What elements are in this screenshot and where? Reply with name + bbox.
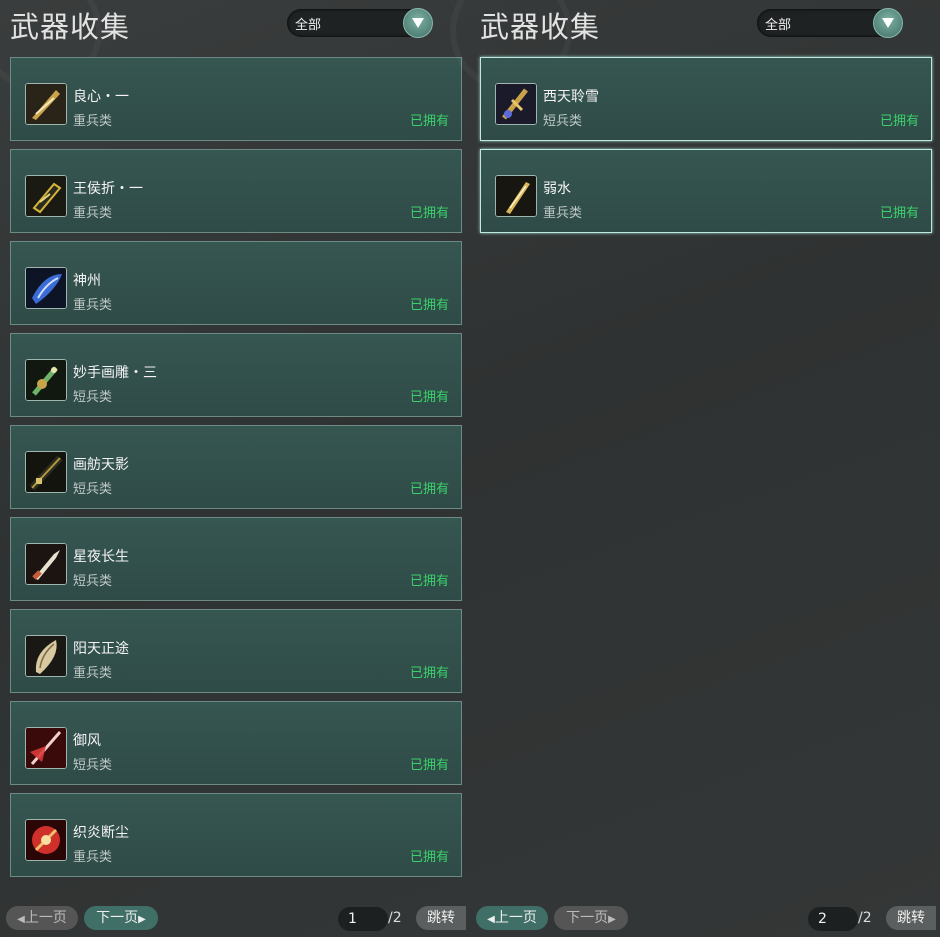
weapon-card[interactable]: 星夜长生 短兵类 已拥有 bbox=[10, 517, 462, 601]
chevron-left-icon: ◀ bbox=[17, 914, 25, 925]
owned-status: 已拥有 bbox=[409, 298, 449, 313]
owned-status: 已拥有 bbox=[409, 114, 449, 129]
prev-page-label: 上一页 bbox=[24, 910, 67, 926]
weapon-icon bbox=[25, 83, 67, 125]
weapon-icon bbox=[25, 727, 67, 769]
weapon-category: 重兵类 bbox=[73, 114, 113, 129]
chevron-left-icon: ◀ bbox=[487, 914, 495, 925]
owned-status: 已拥有 bbox=[409, 206, 449, 221]
weapon-card[interactable]: 西天聆雪 短兵类 已拥有 bbox=[480, 57, 932, 141]
page-total: /2 bbox=[858, 910, 872, 926]
owned-status: 已拥有 bbox=[409, 482, 449, 497]
weapon-icon bbox=[25, 543, 67, 585]
filter-value: 全部 bbox=[765, 18, 792, 33]
weapon-name: 阳天正途 bbox=[73, 641, 129, 657]
weapon-category: 重兵类 bbox=[73, 850, 113, 865]
weapon-icon bbox=[25, 635, 67, 677]
weapon-category: 短兵类 bbox=[73, 482, 113, 497]
collection-panel-page-2: 武器收集 全部 西天聆雪 短兵类 已拥有 弱水 重兵类 已拥有 ◀上一页 下一页… bbox=[450, 0, 940, 937]
weapon-icon bbox=[495, 83, 537, 125]
weapon-name: 织炎断尘 bbox=[73, 825, 129, 841]
weapon-category: 短兵类 bbox=[543, 114, 583, 129]
weapon-category: 重兵类 bbox=[73, 298, 113, 313]
owned-status: 已拥有 bbox=[409, 850, 449, 865]
weapon-category: 重兵类 bbox=[73, 666, 113, 681]
prev-page-label: 上一页 bbox=[494, 910, 537, 926]
owned-status: 已拥有 bbox=[409, 390, 449, 405]
weapon-icon bbox=[25, 175, 67, 217]
weapon-icon bbox=[25, 819, 67, 861]
weapon-name: 王侯折・一 bbox=[73, 181, 143, 197]
owned-status: 已拥有 bbox=[879, 114, 919, 129]
weapon-name: 画舫天影 bbox=[73, 457, 129, 473]
weapon-card[interactable]: 良心・一 重兵类 已拥有 bbox=[10, 57, 462, 141]
weapon-icon bbox=[495, 175, 537, 217]
weapon-card[interactable]: 御风 短兵类 已拥有 bbox=[10, 701, 462, 785]
owned-status: 已拥有 bbox=[409, 666, 449, 681]
chevron-right-icon: ▶ bbox=[138, 914, 146, 925]
next-page-button[interactable]: 下一页▶ bbox=[84, 906, 158, 930]
next-page-label: 下一页 bbox=[566, 910, 609, 926]
weapon-name: 妙手画雕・三 bbox=[73, 365, 157, 381]
weapon-icon bbox=[25, 267, 67, 309]
weapon-category: 短兵类 bbox=[73, 758, 113, 773]
weapon-name: 星夜长生 bbox=[73, 549, 129, 565]
category-filter-dropdown[interactable]: 全部 bbox=[757, 8, 903, 38]
chevron-down-icon[interactable] bbox=[873, 8, 903, 38]
page-title: 武器收集 bbox=[480, 10, 601, 44]
owned-status: 已拥有 bbox=[409, 758, 449, 773]
page-total: /2 bbox=[388, 910, 402, 926]
weapon-card[interactable]: 阳天正途 重兵类 已拥有 bbox=[10, 609, 462, 693]
owned-status: 已拥有 bbox=[879, 206, 919, 221]
next-page-label: 下一页 bbox=[96, 910, 139, 926]
weapon-name: 神州 bbox=[73, 273, 101, 289]
weapon-card[interactable]: 神州 重兵类 已拥有 bbox=[10, 241, 462, 325]
jump-button[interactable]: 跳转 bbox=[416, 906, 466, 930]
weapon-icon bbox=[25, 359, 67, 401]
next-page-button[interactable]: 下一页▶ bbox=[554, 906, 628, 930]
weapon-name: 良心・一 bbox=[73, 89, 129, 105]
jump-button[interactable]: 跳转 bbox=[886, 906, 936, 930]
weapon-name: 西天聆雪 bbox=[543, 89, 599, 105]
page-number-input[interactable]: 2 bbox=[808, 907, 858, 931]
weapon-card[interactable]: 王侯折・一 重兵类 已拥有 bbox=[10, 149, 462, 233]
weapon-category: 重兵类 bbox=[73, 206, 113, 221]
page-number-input[interactable]: 1 bbox=[338, 907, 388, 931]
weapon-category: 重兵类 bbox=[543, 206, 583, 221]
prev-page-button[interactable]: ◀上一页 bbox=[6, 906, 78, 930]
page-title: 武器收集 bbox=[10, 10, 131, 44]
prev-page-button[interactable]: ◀上一页 bbox=[476, 906, 548, 930]
weapon-category: 短兵类 bbox=[73, 574, 113, 589]
collection-panel-page-1: 武器收集 全部 良心・一 重兵类 已拥有 王侯折・一 重兵类 已拥有 神州 重兵… bbox=[0, 0, 470, 937]
weapon-card[interactable]: 妙手画雕・三 短兵类 已拥有 bbox=[10, 333, 462, 417]
weapon-card[interactable]: 织炎断尘 重兵类 已拥有 bbox=[10, 793, 462, 877]
chevron-right-icon: ▶ bbox=[608, 914, 616, 925]
weapon-card[interactable]: 画舫天影 短兵类 已拥有 bbox=[10, 425, 462, 509]
category-filter-dropdown[interactable]: 全部 bbox=[287, 8, 433, 38]
weapon-card[interactable]: 弱水 重兵类 已拥有 bbox=[480, 149, 932, 233]
owned-status: 已拥有 bbox=[409, 574, 449, 589]
filter-value: 全部 bbox=[295, 18, 322, 33]
chevron-down-icon[interactable] bbox=[403, 8, 433, 38]
weapon-name: 御风 bbox=[73, 733, 101, 749]
weapon-icon bbox=[25, 451, 67, 493]
weapon-name: 弱水 bbox=[543, 181, 571, 197]
weapon-category: 短兵类 bbox=[73, 390, 113, 405]
